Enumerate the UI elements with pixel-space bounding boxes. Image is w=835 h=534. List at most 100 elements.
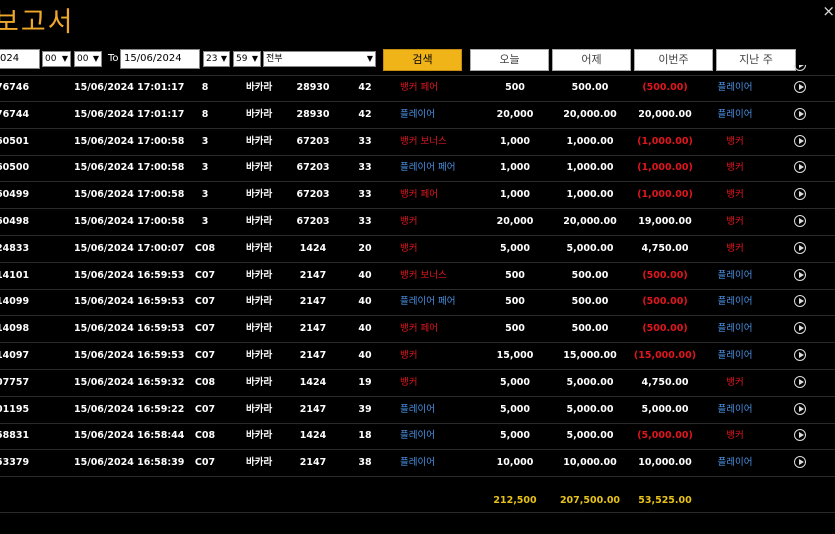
round-id: 67203 bbox=[296, 216, 330, 227]
play-circle-icon[interactable] bbox=[794, 429, 806, 442]
bet-time: 15/06/2024 17:00:58 bbox=[74, 216, 185, 227]
valid-bet: 20,000.00 bbox=[563, 216, 617, 227]
table-row: 14099 15/06/2024 16:59:53 C07 바카라 2147 40 플레이어… bbox=[0, 289, 835, 317]
table-row: 07757 15/06/2024 16:59:32 C08 바카라 1424 19 뱅커 5,… bbox=[0, 370, 835, 397]
table-name: 8 bbox=[201, 108, 209, 120]
bet-option: 플레이어 bbox=[400, 108, 435, 120]
to-hour-value: 23 bbox=[206, 54, 218, 64]
play-circle-icon[interactable] bbox=[794, 215, 806, 227]
bet-option: 뱅커 페어 bbox=[400, 189, 438, 201]
bet-id: 14101 bbox=[0, 269, 30, 281]
bet-id: 60501 bbox=[0, 135, 30, 147]
bet-time: 15/06/2024 17:01:17 bbox=[74, 82, 185, 93]
win-loss: 4,750.00 bbox=[641, 376, 689, 388]
game-type: 바카라 bbox=[246, 403, 273, 415]
game-result: 뱅커 bbox=[726, 162, 744, 174]
play-circle-icon[interactable] bbox=[794, 349, 806, 361]
round-id: 2147 bbox=[299, 403, 327, 415]
bet-amount: 5,000 bbox=[499, 376, 531, 388]
table-name: 3 bbox=[201, 189, 209, 201]
bet-option: 뱅커 bbox=[400, 350, 418, 361]
round-number: 33 bbox=[358, 216, 372, 227]
bet-amount: 15,000 bbox=[496, 350, 534, 361]
win-loss: (15,000.00) bbox=[633, 350, 697, 361]
round-number: 40 bbox=[358, 350, 372, 361]
round-number: 40 bbox=[358, 269, 372, 281]
table-name: 3 bbox=[201, 135, 209, 147]
table-row: 60498 15/06/2024 17:00:58 3 바카라 67203 33 뱅커 20,… bbox=[0, 209, 835, 236]
game-result: 뱅커 bbox=[726, 135, 744, 147]
game-type: 바카라 bbox=[246, 189, 273, 201]
table-row: 14098 15/06/2024 16:59:53 C07 바카라 2147 40 뱅커 페… bbox=[0, 316, 835, 344]
game-type: 바카라 bbox=[246, 457, 273, 469]
valid-bet: 5,000.00 bbox=[566, 242, 614, 254]
play-circle-icon[interactable] bbox=[794, 375, 806, 388]
table-name: C07 bbox=[194, 323, 216, 335]
table-name: 3 bbox=[201, 216, 209, 227]
round-number: 33 bbox=[358, 189, 372, 201]
table-row: 14101 15/06/2024 16:59:53 C07 바카라 2147 40 뱅커 보… bbox=[0, 263, 835, 290]
valid-bet: 500.00 bbox=[571, 269, 609, 281]
game-result: 플레이어 bbox=[717, 457, 753, 469]
play-circle-icon[interactable] bbox=[794, 456, 806, 469]
play-circle-icon[interactable] bbox=[794, 241, 806, 254]
bet-option: 뱅커 페어 bbox=[400, 323, 438, 335]
round-id: 2147 bbox=[299, 269, 327, 281]
game-type: 바카라 bbox=[246, 323, 273, 335]
bet-time: 15/06/2024 16:59:53 bbox=[74, 269, 185, 281]
play-circle-icon[interactable] bbox=[794, 402, 806, 415]
table-name: C07 bbox=[194, 403, 216, 415]
bet-time: 15/06/2024 16:59:53 bbox=[74, 323, 185, 335]
bet-option: 플레이어 bbox=[400, 457, 435, 469]
round-id: 2147 bbox=[299, 350, 327, 361]
bet-amount: 5,000 bbox=[499, 403, 531, 415]
win-loss: (500.00) bbox=[642, 296, 688, 308]
round-number: 42 bbox=[358, 82, 372, 93]
game-type: 바카라 bbox=[246, 162, 273, 174]
table-name: C07 bbox=[194, 269, 216, 281]
game-type: 바카라 bbox=[246, 242, 273, 254]
win-loss: 19,000.00 bbox=[638, 216, 692, 227]
table-row: 60500 15/06/2024 17:00:58 3 바카라 67203 33 플레이어 … bbox=[0, 155, 835, 183]
bet-amount: 20,000 bbox=[496, 216, 534, 227]
table-name: C08 bbox=[194, 242, 216, 254]
bet-amount: 10,000 bbox=[496, 457, 534, 469]
bet-option: 뱅커 페어 bbox=[400, 82, 438, 93]
valid-bet: 10,000.00 bbox=[563, 457, 617, 469]
play-circle-icon[interactable] bbox=[794, 268, 806, 281]
bet-time: 15/06/2024 16:59:53 bbox=[74, 296, 185, 308]
bet-id: 60499 bbox=[0, 189, 30, 201]
play-circle-icon[interactable] bbox=[794, 107, 806, 120]
win-loss: (1,000.00) bbox=[637, 162, 693, 174]
win-loss: (1,000.00) bbox=[637, 135, 693, 147]
close-icon[interactable]: × bbox=[822, 2, 835, 20]
bet-id: 07757 bbox=[0, 376, 30, 388]
bet-time: 15/06/2024 17:00:07 bbox=[74, 242, 185, 254]
game-result: 플레이어 bbox=[717, 296, 753, 308]
table-name: C08 bbox=[194, 376, 216, 388]
play-circle-icon[interactable] bbox=[794, 322, 806, 335]
play-circle-icon[interactable] bbox=[794, 65, 806, 71]
table-name: C07 bbox=[194, 296, 216, 308]
chevron-down-icon: ▼ bbox=[92, 54, 99, 63]
round-number: 40 bbox=[358, 323, 372, 335]
table-name: C07 bbox=[194, 457, 216, 469]
total-win-loss: 53,525.00 bbox=[638, 495, 692, 506]
bet-option: 플레이어 페어 bbox=[400, 296, 456, 308]
play-circle-icon[interactable] bbox=[794, 295, 806, 308]
bet-option: 플레이어 bbox=[400, 403, 435, 415]
valid-bet: 15,000.00 bbox=[563, 350, 617, 361]
table-row: 76746 15/06/2024 17:01:17 8 바카라 28930 42 뱅커 페어… bbox=[0, 75, 835, 102]
bet-option: 뱅커 bbox=[400, 242, 418, 254]
play-circle-icon[interactable] bbox=[794, 188, 806, 201]
round-id: 2147 bbox=[299, 323, 327, 335]
bet-id: 76746 bbox=[0, 82, 30, 93]
play-circle-icon[interactable] bbox=[794, 161, 806, 174]
bet-id: 14098 bbox=[0, 323, 30, 335]
bet-option: 뱅커 보너스 bbox=[400, 269, 447, 281]
chevron-down-icon: ▼ bbox=[220, 54, 227, 63]
play-circle-icon[interactable] bbox=[794, 81, 806, 93]
play-circle-icon[interactable] bbox=[794, 134, 806, 147]
bet-id: 24833 bbox=[0, 242, 30, 254]
game-type: 바카라 bbox=[246, 108, 273, 120]
